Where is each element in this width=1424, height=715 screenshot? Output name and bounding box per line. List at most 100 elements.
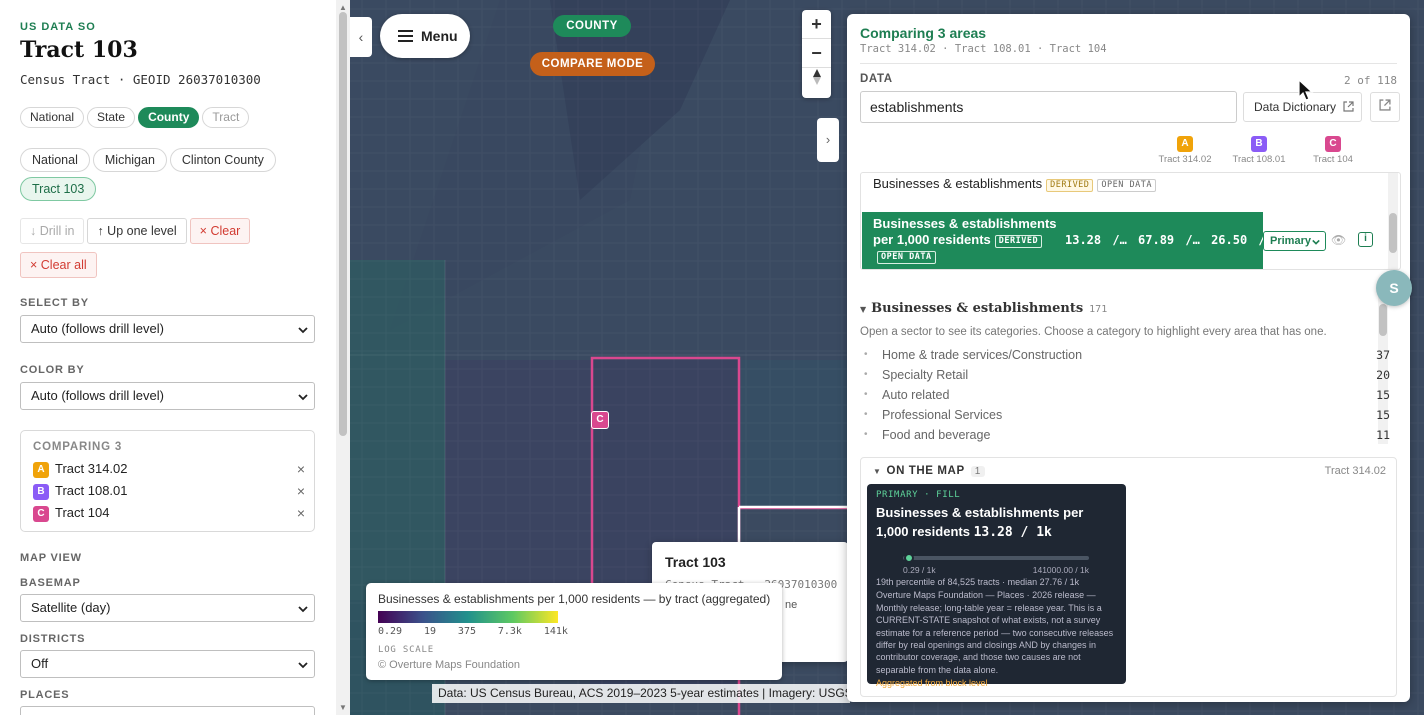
result-values: 13.28 /… 67.89 /… 26.50 /… [1065, 233, 1273, 247]
divider [860, 63, 1397, 64]
tag-derived: DERIVED [994, 235, 1043, 248]
clear-button[interactable]: × Clear [189, 218, 251, 244]
data-search-input[interactable]: establishments [860, 91, 1237, 123]
info-icon[interactable]: i [1358, 232, 1373, 247]
compare-mode-badge[interactable]: COMPARE MODE [530, 52, 655, 76]
role-select[interactable]: Primary [1263, 231, 1326, 251]
chevron-down-icon [1312, 239, 1320, 245]
scroll-up-icon[interactable]: ▲ [339, 3, 347, 12]
zoom-in-button[interactable]: + [802, 10, 831, 39]
close-icon[interactable]: × [297, 483, 305, 499]
category-count: 15 [1376, 388, 1390, 402]
range-max: 141000.00 / 1k [1032, 565, 1089, 575]
panel-subtitle: Tract 314.02 · Tract 108.01 · Tract 104 [860, 43, 1107, 55]
places-label: PLACES [20, 689, 70, 701]
results-scrollbar[interactable] [1388, 173, 1398, 269]
on-the-map-tract: Tract 314.02 [1324, 465, 1386, 477]
card-percentile-text: 19th percentile of 84,525 tracts · media… [876, 577, 1080, 587]
map-view-heading: MAP VIEW [20, 552, 82, 564]
geoid-subtitle: Census Tract · GEOID 26037010300 [20, 72, 261, 87]
scrollbar-thumb[interactable] [1389, 213, 1397, 253]
level-national[interactable]: National [20, 107, 85, 128]
results-list: Businesses & establishments DERIVED OPEN D… [860, 172, 1401, 270]
eye-icon[interactable]: 👁 [1331, 233, 1346, 247]
sidebar-scrollbar[interactable]: ▲ ▼ [336, 0, 350, 715]
legend-tick: 7.3k [497, 626, 522, 637]
badge-a: A [33, 461, 49, 478]
breadcrumb-national[interactable]: National [20, 148, 90, 172]
close-icon[interactable]: × [297, 505, 305, 521]
card-kicker: PRIMARY · FILL [876, 490, 961, 500]
on-the-map-header[interactable]: ▼ ON THE MAP 1 [873, 465, 985, 477]
compare-item-label: Tract 104 [55, 505, 110, 520]
breadcrumb-tract-103[interactable]: Tract 103 [20, 177, 97, 201]
column-label: Tract 108.01 [1232, 154, 1286, 165]
close-icon[interactable]: × [297, 461, 305, 477]
legend-source: © Overture Maps Foundation [378, 659, 521, 671]
open-external-button[interactable] [1370, 92, 1400, 122]
category-label: Professional Services [882, 408, 1003, 422]
column-label: Tract 104 [1313, 154, 1353, 165]
level-state[interactable]: State [87, 107, 136, 128]
legend-tick: 141k [543, 626, 568, 637]
data-label: DATA [860, 73, 893, 85]
breadcrumb-michigan[interactable]: Michigan [92, 148, 167, 172]
compare-item-b[interactable]: B Tract 108.01 × [33, 483, 305, 501]
result-row[interactable]: Businesses & establishments DERIVED OPEN D… [861, 173, 1261, 211]
map-marker-c[interactable]: C [591, 411, 609, 429]
popup-title: Tract 103 [665, 554, 726, 570]
chevron-down-icon [298, 606, 308, 613]
color-by-dropdown[interactable]: Auto (follows drill level) [20, 382, 315, 410]
page-title: Tract 103 [20, 37, 138, 63]
category-item[interactable]: Auto related 15 [860, 385, 1390, 405]
badge-c: C [1325, 136, 1341, 152]
up-one-level-button[interactable]: ↑ Up one level [87, 218, 187, 244]
clear-all-button[interactable]: × Clear all [20, 252, 97, 278]
legend-title: Businesses & establishments per 1,000 re… [378, 592, 771, 606]
panel-toggle-button[interactable]: › [817, 118, 839, 162]
value-b: 67.89 /… [1138, 233, 1200, 247]
category-label: Auto related [882, 388, 950, 402]
compass-icon [812, 69, 821, 85]
sector-count: 171 [1089, 304, 1108, 315]
breadcrumb-clinton-county[interactable]: Clinton County [169, 148, 276, 172]
map-legend: Businesses & establishments per 1,000 re… [366, 583, 782, 680]
category-count: 11 [1376, 428, 1390, 442]
range-min: 0.29 / 1k [903, 565, 936, 575]
avatar[interactable]: S [1376, 270, 1412, 306]
level-county[interactable]: County [138, 107, 200, 128]
external-link-icon [1379, 99, 1391, 111]
legend-tick: 375 [457, 626, 476, 637]
districts-dropdown[interactable]: Off [20, 650, 315, 678]
column-label: Tract 314.02 [1158, 154, 1212, 165]
drill-in-button[interactable]: ↓ Drill in [20, 218, 85, 244]
scroll-down-icon[interactable]: ▼ [339, 703, 347, 712]
chevron-down-icon [298, 327, 308, 334]
scrollbar-thumb[interactable] [339, 12, 347, 436]
compass-reset-button[interactable] [802, 68, 831, 97]
sector-header[interactable]: ▼ Businesses & establishments 171 [860, 301, 1390, 316]
category-item[interactable]: Home & trade services/Construction 37 [860, 345, 1390, 365]
menu-button[interactable]: Menu [380, 14, 470, 58]
collapse-sidebar-button[interactable]: ‹ [350, 17, 372, 57]
category-label: Food and beverage [882, 428, 991, 442]
compare-item-label: Tract 314.02 [55, 461, 128, 476]
basemap-dropdown[interactable]: Satellite (day) [20, 594, 315, 622]
select-by-value: Auto (follows drill level) [31, 321, 164, 336]
color-by-label: COLOR BY [20, 364, 85, 376]
places-dropdown[interactable] [20, 706, 315, 715]
breadcrumb: National Michigan Clinton County Tract 103 [20, 148, 320, 206]
chevron-down-icon [298, 394, 308, 401]
compare-item-c[interactable]: C Tract 104 × [33, 505, 305, 523]
select-by-dropdown[interactable]: Auto (follows drill level) [20, 315, 315, 343]
category-item[interactable]: Professional Services 15 [860, 405, 1390, 425]
compare-item-a[interactable]: A Tract 314.02 × [33, 461, 305, 479]
category-item[interactable]: Food and beverage 11 [860, 425, 1390, 445]
sector-section: ▼ Businesses & establishments 171 Open a s… [860, 301, 1390, 451]
zoom-out-button[interactable]: − [802, 39, 831, 68]
color-by-value: Auto (follows drill level) [31, 388, 164, 403]
level-tract[interactable]: Tract [202, 107, 250, 128]
result-row-selected[interactable]: Businesses & establishments per 1,000 re… [862, 212, 1273, 269]
level-badge: COUNTY [553, 15, 631, 37]
category-item[interactable]: Specialty Retail 20 [860, 365, 1390, 385]
